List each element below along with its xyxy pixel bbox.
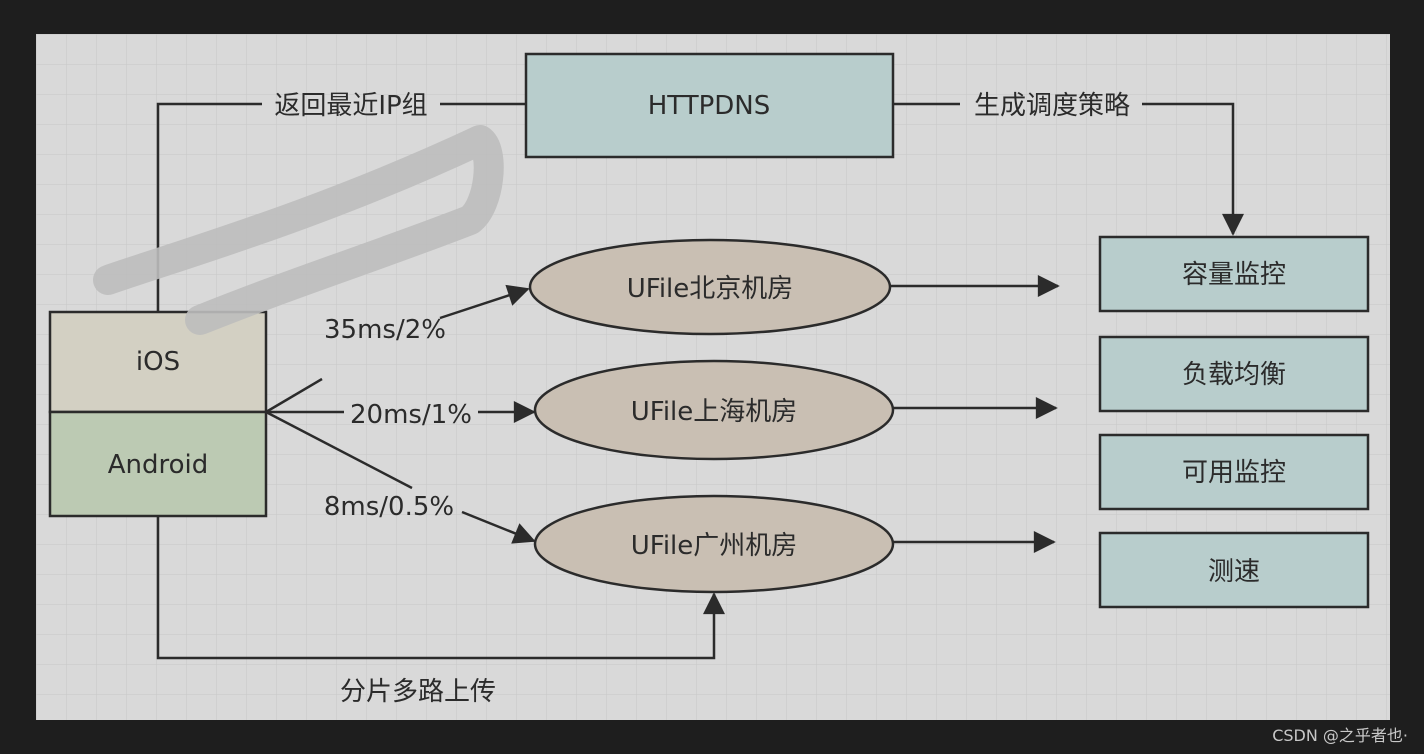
node-dc-shanghai-label: UFile上海机房 [631, 397, 798, 427]
watermark-text: CSDN @之乎者也· [1272, 726, 1408, 745]
node-svc-capacity-label: 容量监控 [1182, 260, 1286, 290]
architecture-diagram: 返回最近IP组 生成调度策略 35ms/2% 20ms/1% 8ms/0.5% … [36, 34, 1390, 720]
label-generate-policy: 生成调度策略 [974, 91, 1130, 121]
node-httpdns-label: HTTPDNS [648, 91, 771, 121]
label-to-beijing: 35ms/2% [324, 315, 446, 345]
node-android-label: Android [108, 450, 209, 480]
node-svc-availability-label: 可用监控 [1182, 458, 1286, 488]
label-multipart-upload: 分片多路上传 [340, 677, 496, 707]
label-to-guangzhou: 8ms/0.5% [324, 492, 454, 522]
label-return-ip-group: 返回最近IP组 [274, 91, 427, 121]
node-svc-load-balance-label: 负载均衡 [1182, 360, 1286, 390]
node-ios-label: iOS [136, 347, 180, 377]
node-dc-beijing-label: UFile北京机房 [627, 274, 794, 304]
node-dc-guangzhou-label: UFile广州机房 [631, 531, 798, 561]
node-svc-speed-test-label: 测速 [1208, 557, 1260, 587]
label-to-shanghai: 20ms/1% [350, 400, 472, 430]
